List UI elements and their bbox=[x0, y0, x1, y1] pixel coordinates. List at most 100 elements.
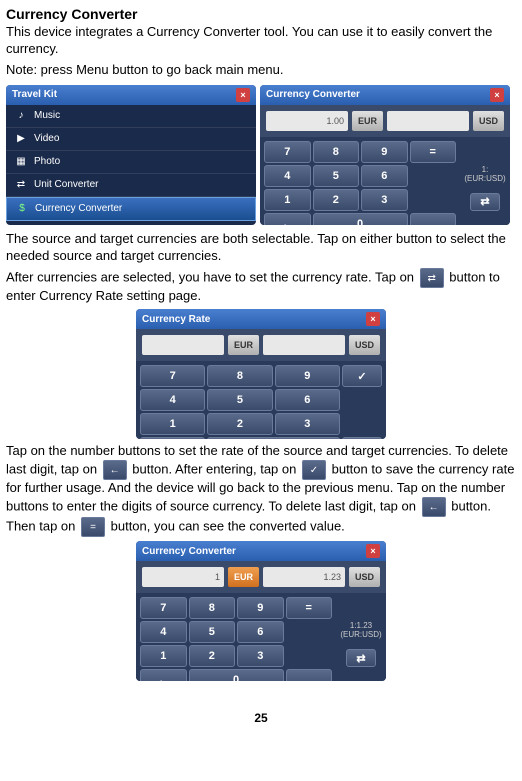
converter-result-screenshot: Currency Converter × 1 EUR 1.23 USD 7 8 … bbox=[136, 541, 386, 681]
rate-top-row: EUR USD bbox=[136, 329, 386, 361]
target-currency-button: USD bbox=[349, 567, 380, 587]
rate-value: 1: bbox=[482, 165, 489, 174]
rate-edit-icon: ⇄ bbox=[346, 649, 376, 667]
target-currency-button: USD bbox=[473, 111, 504, 131]
page-title: Currency Converter bbox=[6, 6, 516, 22]
menu-label: Video bbox=[34, 133, 59, 144]
key-equals: = bbox=[410, 141, 457, 163]
key-4: 4 bbox=[140, 389, 205, 411]
key-3: 3 bbox=[361, 189, 408, 211]
key-0: 0 bbox=[207, 437, 340, 439]
titlebar: Currency Converter × bbox=[136, 541, 386, 561]
target-currency-button: USD bbox=[349, 335, 380, 355]
key-2: 2 bbox=[313, 189, 360, 211]
key-7: 7 bbox=[264, 141, 311, 163]
rate-body: 7 8 9 ✓ 4 5 6 1 2 3 ← 0 . bbox=[136, 361, 386, 439]
keypad: 7 8 9 = 4 5 6 1 2 3 ← 0 . bbox=[136, 593, 336, 681]
equals-icon: = bbox=[81, 517, 105, 537]
source-value: 1 bbox=[142, 567, 224, 587]
key-5: 5 bbox=[189, 621, 236, 643]
key-2: 2 bbox=[207, 413, 272, 435]
key-3: 3 bbox=[275, 413, 340, 435]
close-icon: × bbox=[366, 312, 380, 326]
key-8: 8 bbox=[207, 365, 272, 387]
key-4: 4 bbox=[140, 621, 187, 643]
currency-converter-screenshot: Currency Converter × 1.00 EUR USD 7 8 9 … bbox=[260, 85, 510, 225]
back-icon: ← bbox=[103, 460, 127, 480]
titlebar-label: Currency Converter bbox=[266, 89, 360, 100]
source-value: 1.00 bbox=[266, 111, 348, 131]
key-4: 4 bbox=[264, 165, 311, 187]
titlebar: Currency Rate × bbox=[136, 309, 386, 329]
key-7: 7 bbox=[140, 597, 187, 619]
key-dot: . bbox=[410, 213, 457, 225]
source-rate-value bbox=[142, 335, 224, 355]
close-icon: × bbox=[236, 88, 250, 102]
back-icon: ← bbox=[422, 497, 446, 517]
menu-item-currency-converter: $ Currency Converter bbox=[6, 197, 256, 221]
target-value: 1.23 bbox=[263, 567, 345, 587]
key-equals: = bbox=[286, 597, 333, 619]
source-currency-button: EUR bbox=[352, 111, 383, 131]
video-icon: ▶ bbox=[14, 132, 28, 146]
text: button. After entering, tap on bbox=[132, 462, 300, 477]
key-8: 8 bbox=[189, 597, 236, 619]
result-top-row: 1 EUR 1.23 USD bbox=[136, 561, 386, 593]
key-save: ✓ bbox=[342, 365, 382, 387]
menu-list: ♪ Music ▶ Video ▦ Photo ⇄ Unit Converter… bbox=[6, 105, 256, 221]
key-0: 0 bbox=[313, 213, 408, 225]
menu-label: Photo bbox=[34, 156, 60, 167]
key-back: ← bbox=[140, 437, 205, 439]
para-rate-setting: After currencies are selected, you have … bbox=[6, 268, 516, 305]
close-icon: × bbox=[366, 544, 380, 558]
menu-item-music: ♪ Music bbox=[6, 105, 256, 128]
key-5: 5 bbox=[207, 389, 272, 411]
rate-side-panel: 1:1.23 (EUR:USD) ⇄ bbox=[336, 593, 386, 681]
key-1: 1 bbox=[264, 189, 311, 211]
key-9: 9 bbox=[237, 597, 284, 619]
key-6: 6 bbox=[361, 165, 408, 187]
save-icon: ✓ bbox=[302, 460, 326, 480]
currency-rate-screenshot: Currency Rate × EUR USD 7 8 9 ✓ 4 5 6 1 … bbox=[136, 309, 386, 439]
key-9: 9 bbox=[275, 365, 340, 387]
note-text: Note: press Menu button to go back main … bbox=[6, 62, 516, 79]
music-icon: ♪ bbox=[14, 109, 28, 123]
key-dot: . bbox=[342, 437, 382, 439]
titlebar: Currency Converter × bbox=[260, 85, 510, 105]
rate-value: 1:1.23 bbox=[350, 621, 372, 630]
target-rate-value bbox=[263, 335, 345, 355]
menu-label: Music bbox=[34, 110, 60, 121]
source-currency-button: EUR bbox=[228, 335, 259, 355]
rate-edit-icon: ⇄ bbox=[470, 193, 500, 211]
travel-kit-screenshot: Travel Kit × ♪ Music ▶ Video ▦ Photo ⇄ U… bbox=[6, 85, 256, 225]
intro-text: This device integrates a Currency Conver… bbox=[6, 24, 516, 58]
key-8: 8 bbox=[313, 141, 360, 163]
currency-top-row: 1.00 EUR USD bbox=[260, 105, 510, 137]
source-currency-button: EUR bbox=[228, 567, 259, 587]
keypad: 7 8 9 = 4 5 6 1 2 3 ← 0 . bbox=[260, 137, 460, 225]
menu-label: Unit Converter bbox=[34, 179, 98, 190]
menu-item-unit-converter: ⇄ Unit Converter bbox=[6, 174, 256, 197]
key-1: 1 bbox=[140, 645, 187, 667]
page-number: 25 bbox=[6, 711, 516, 725]
rate-sub: (EUR:USD) bbox=[340, 630, 381, 639]
screenshot-row-1: Travel Kit × ♪ Music ▶ Video ▦ Photo ⇄ U… bbox=[6, 85, 516, 225]
unit-converter-icon: ⇄ bbox=[14, 178, 28, 192]
rate-sub: (EUR:USD) bbox=[464, 174, 505, 183]
titlebar-label: Travel Kit bbox=[12, 89, 57, 100]
close-icon: × bbox=[490, 88, 504, 102]
para-selectable: The source and target currencies are bot… bbox=[6, 231, 516, 265]
key-6: 6 bbox=[275, 389, 340, 411]
menu-label: Currency Converter bbox=[35, 203, 122, 214]
key-9: 9 bbox=[361, 141, 408, 163]
key-3: 3 bbox=[237, 645, 284, 667]
currency-converter-icon: $ bbox=[15, 202, 29, 216]
titlebar-label: Currency Rate bbox=[142, 314, 210, 325]
text: After currencies are selected, you have … bbox=[6, 270, 418, 285]
result-body: 7 8 9 = 4 5 6 1 2 3 ← 0 . 1:1.23 (EUR:US… bbox=[136, 593, 386, 681]
key-back: ← bbox=[264, 213, 311, 225]
key-6: 6 bbox=[237, 621, 284, 643]
titlebar-label: Currency Converter bbox=[142, 546, 236, 557]
key-dot: . bbox=[286, 669, 333, 681]
key-2: 2 bbox=[189, 645, 236, 667]
